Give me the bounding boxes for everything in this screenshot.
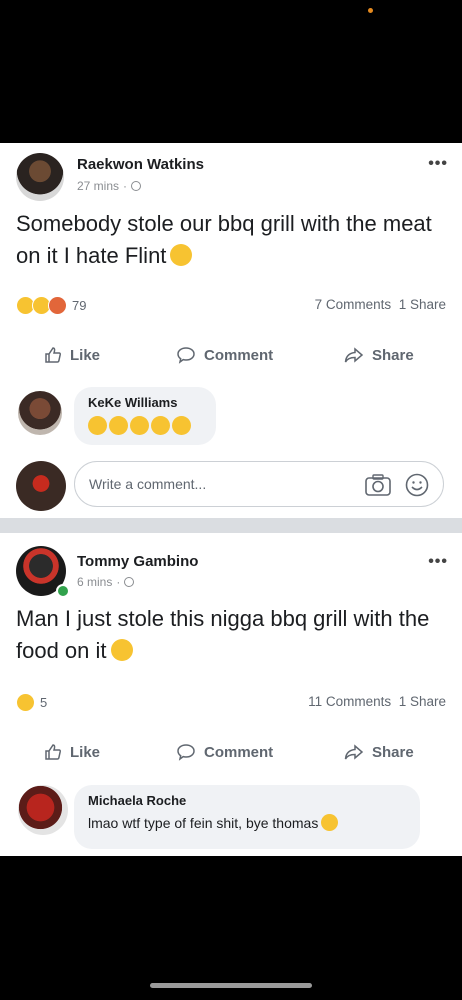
engagement-counts: 7 Comments 1 Share	[315, 297, 446, 312]
write-comment-input[interactable]: Write a comment...	[74, 461, 444, 507]
share-icon	[344, 744, 364, 760]
emoji-icon	[110, 639, 133, 661]
status-indicator	[368, 8, 373, 13]
more-icon[interactable]: •••	[428, 155, 448, 173]
smile-icon[interactable]	[405, 473, 429, 497]
post-meta: 6 mins ·	[77, 575, 135, 589]
comment-author[interactable]: Michaela Roche	[88, 793, 406, 808]
shares-count[interactable]: 1 Share	[399, 297, 446, 312]
emoji-icon	[321, 814, 339, 831]
comment-text: lmao wtf type of fein shit, bye thomas	[88, 814, 406, 831]
comments-count[interactable]: 11 Comments	[308, 694, 391, 709]
share-button[interactable]: Share	[344, 346, 414, 364]
write-comment-placeholder: Write a comment...	[89, 476, 207, 492]
online-status-icon	[56, 584, 70, 598]
share-icon	[344, 347, 364, 363]
post-text: Somebody stole our bbq grill with the me…	[16, 211, 432, 268]
crying-emoji-icon	[172, 416, 191, 435]
globe-icon	[124, 577, 135, 587]
reaction-summary[interactable]: 5	[16, 693, 47, 712]
post-time: 27 mins	[77, 179, 120, 193]
action-bar: Like Comment Share	[0, 737, 462, 767]
comment-button[interactable]: Comment	[176, 346, 273, 364]
comment-button[interactable]: Comment	[176, 743, 273, 761]
crying-emoji-icon	[151, 416, 170, 435]
comment-author[interactable]: KeKe Williams	[88, 395, 202, 410]
my-avatar[interactable]	[16, 461, 66, 511]
engagement-counts: 11 Comments 1 Share	[308, 694, 446, 709]
post-author[interactable]: Tommy Gambino	[77, 553, 198, 570]
like-icon	[45, 347, 61, 363]
commenter-avatar[interactable]	[18, 785, 68, 835]
comment-emojis	[88, 416, 202, 435]
angry-react-icon	[48, 296, 67, 315]
post-card: Raekwon Watkins 27 mins · ••• Somebody s…	[0, 143, 462, 518]
comment-bubble: Michaela Roche lmao wtf type of fein shi…	[74, 785, 420, 849]
reaction-summary[interactable]: 79	[16, 296, 86, 315]
like-icon	[45, 744, 61, 760]
comment-icon	[177, 347, 195, 364]
comment-bubble: KeKe Williams	[74, 387, 216, 445]
commenter-avatar[interactable]	[18, 391, 62, 435]
crying-emoji-icon	[109, 416, 128, 435]
post-card: Tommy Gambino 6 mins · ••• Man I just st…	[0, 533, 462, 856]
post-meta: 27 mins ·	[77, 179, 142, 193]
reaction-count: 5	[40, 695, 48, 710]
reaction-count: 79	[72, 298, 87, 313]
wow-react-icon	[16, 693, 35, 712]
camera-icon[interactable]	[365, 474, 391, 496]
comment-icon	[177, 744, 195, 761]
emoji-icon	[170, 244, 193, 266]
comments-count[interactable]: 7 Comments	[315, 297, 392, 312]
action-bar: Like Comment Share	[0, 340, 462, 370]
shares-count[interactable]: 1 Share	[399, 694, 446, 709]
post-author[interactable]: Raekwon Watkins	[77, 156, 204, 173]
like-button[interactable]: Like	[44, 346, 100, 364]
more-icon[interactable]: •••	[428, 553, 448, 571]
crying-emoji-icon	[88, 416, 107, 435]
home-indicator[interactable]	[150, 983, 312, 988]
share-button[interactable]: Share	[344, 743, 414, 761]
post-text: Man I just stole this nigga bbq grill wi…	[16, 606, 430, 663]
post-time: 6 mins	[77, 575, 113, 589]
like-button[interactable]: Like	[44, 743, 100, 761]
post-divider	[0, 518, 462, 533]
globe-icon	[131, 181, 142, 191]
crying-emoji-icon	[130, 416, 149, 435]
avatar[interactable]	[16, 153, 64, 201]
